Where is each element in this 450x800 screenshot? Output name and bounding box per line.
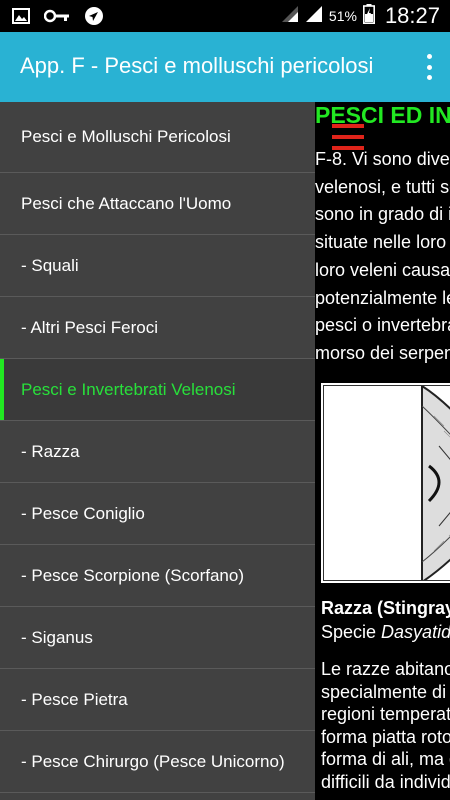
drawer-item-label: - Pesce Scorpione (Scorfano) <box>21 565 244 585</box>
more-vert-icon <box>426 54 432 59</box>
drawer-item-label: - Altri Pesci Feroci <box>21 317 158 337</box>
paragraph-line: potenzialmente letali. Il veleno di alcu… <box>315 287 450 308</box>
drawer-item-label: - Pesce Coniglio <box>21 503 145 523</box>
paragraph-line: loro veleni causano forte dolore e posso… <box>315 259 450 280</box>
species-name: Dasyatidae <box>381 622 450 642</box>
drawer-item-label: Pesci che Attaccano l'Uomo <box>21 193 232 213</box>
stingray-illustration <box>321 383 450 584</box>
signal-icon <box>305 5 323 28</box>
status-time: 18:27 <box>384 3 440 28</box>
image-icon <box>12 7 30 30</box>
intro-paragraph: F-8. Vi sono diversi tipi di pesci e inv… <box>315 146 450 368</box>
drawer-item-pesci-attaccano-uomo[interactable]: Pesci che Attaccano l'Uomo <box>0 173 315 235</box>
drawer-item-label: Pesci e Invertebrati Velenosi <box>21 379 236 399</box>
drawer-item-siganus[interactable]: - Siganus <box>0 607 315 669</box>
battery-percent: 51% <box>328 8 357 24</box>
paragraph-line: difficili da individuare. <box>321 771 450 792</box>
active-indicator <box>0 359 4 420</box>
drawer-item-razza[interactable]: - Razza <box>0 421 315 483</box>
stingray-paragraph: Le razze abitano in acque basse e calde,… <box>321 658 450 793</box>
drawer-item-altri-pesci-feroci[interactable]: - Altri Pesci Feroci <box>0 297 315 359</box>
overflow-menu-button[interactable] <box>422 52 436 82</box>
paragraph-line: morso dei serpenti. <box>315 342 450 363</box>
wifi-icon <box>281 5 299 28</box>
paragraph-line: situate nelle loro pinne, nei tentacoli … <box>315 232 450 253</box>
navigation-icon <box>84 6 104 31</box>
figure-caption-text: Razza (Stingray) <box>321 598 450 618</box>
content-area[interactable]: PESCI ED INVERTEBRATI VELENOSI F-8. Vi s… <box>315 102 450 800</box>
drawer-item-pesce-scorpione[interactable]: - Pesce Scorpione (Scorfano) <box>0 545 315 607</box>
status-bar: 51% 18:27 <box>0 0 450 32</box>
drawer-item-pesce-pietra[interactable]: - Pesce Pietra <box>0 669 315 731</box>
drawer-item-pesci-molluschi-pericolosi[interactable]: Pesci e Molluschi Pericolosi <box>0 102 315 173</box>
battery-icon <box>362 3 375 29</box>
paragraph-line: F-8. Vi sono diversi tipi di pesci e inv… <box>315 149 450 169</box>
drawer-item-pesce-coniglio[interactable]: - Pesce Coniglio <box>0 483 315 545</box>
paragraph-line: regioni temperate. Hanno una caratterist… <box>321 704 450 724</box>
paragraph-line: sono in grado di iniettare veleno attrav… <box>315 204 450 225</box>
drawer-item-label: - Razza <box>21 441 80 461</box>
drawer-item-label: - Pesce Pietra <box>21 689 128 709</box>
drawer-item-label: Pesci e Molluschi Pericolosi <box>21 127 231 146</box>
menu-icon[interactable] <box>332 124 364 150</box>
drawer-item-squali[interactable]: - Squali <box>0 235 315 297</box>
paragraph-line: velenosi, e tutti sono potenzialmente pe… <box>315 176 450 197</box>
paragraph-line: specialmente di mari tropicali, subtropi… <box>321 681 450 702</box>
paragraph-line: pesci o invertebrati è potente quanto qu… <box>315 315 450 336</box>
paragraph-line: forma piatta rotonda o a diamante, con p… <box>321 726 450 747</box>
figure-caption: Razza (Stingray) <box>321 598 450 619</box>
key-icon <box>43 9 70 28</box>
drawer-item-pesci-invertebrati-velenosi[interactable]: Pesci e Invertebrati Velenosi <box>0 359 315 421</box>
drawer-item-pesce-chirurgo[interactable]: - Pesce Chirurgo (Pesce Unicorno) <box>0 731 315 793</box>
app-title: App. F - Pesci e molluschi pericolosi <box>20 53 374 78</box>
paragraph-line: forma di ali, ma quando sono sepolte son… <box>321 749 450 769</box>
figure-species: Specie Dasyatidae <box>321 622 450 643</box>
drawer-item-label: - Squali <box>21 255 79 275</box>
paragraph-line: Le razze abitano in acque basse e calde, <box>321 659 450 679</box>
drawer-item-label: - Siganus <box>21 627 93 647</box>
app-bar: App. F - Pesci e molluschi pericolosi <box>0 32 450 102</box>
navigation-drawer: Pesci e Molluschi Pericolosi Pesci che A… <box>0 102 315 800</box>
species-prefix: Specie <box>321 622 382 642</box>
drawer-item-label: - Pesce Chirurgo (Pesce Unicorno) <box>21 751 285 771</box>
